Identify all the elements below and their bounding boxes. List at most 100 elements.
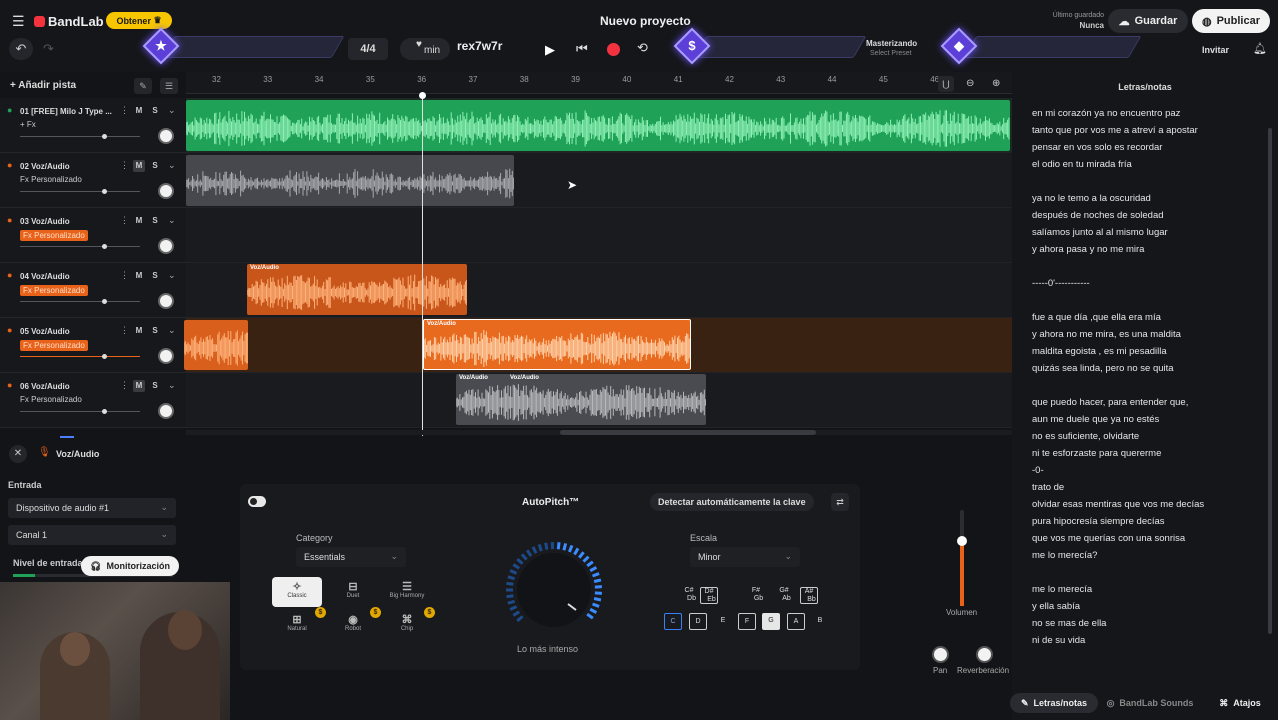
get-membership-badge[interactable]: Obtener ♛ bbox=[106, 12, 172, 29]
track-volume-fader[interactable] bbox=[20, 134, 140, 139]
track-name[interactable]: 06 Voz/Audio bbox=[20, 382, 70, 391]
track-volume-fader[interactable] bbox=[20, 409, 140, 414]
track-fx[interactable]: Fx Personalizado bbox=[20, 175, 82, 184]
bypass-toggle[interactable] bbox=[248, 496, 266, 507]
lyrics-panel[interactable]: Letras/notas en mi corazón ya no encuent… bbox=[1012, 72, 1278, 690]
fader-handle[interactable] bbox=[102, 134, 107, 139]
lyrics-text[interactable]: en mi corazón ya no encuentro paz tanto q… bbox=[1032, 105, 1204, 649]
add-track-button[interactable]: + Añadir pista bbox=[10, 80, 76, 91]
note-key-sharp[interactable]: C# Db bbox=[680, 587, 698, 604]
track-pan-knob[interactable] bbox=[158, 238, 174, 254]
record-button[interactable] bbox=[607, 43, 620, 56]
solo-button[interactable]: S bbox=[149, 160, 161, 172]
chevron-down-icon[interactable]: ⌄ bbox=[168, 270, 176, 281]
clip-voice-6[interactable]: Voz/Audio Voz/Audio bbox=[456, 374, 706, 425]
note-key-sharp[interactable]: G# Ab bbox=[775, 587, 793, 604]
tab-bandlab-sounds[interactable]: ◎ BandLab Sounds bbox=[1104, 693, 1196, 713]
fader-handle[interactable] bbox=[102, 189, 107, 194]
mute-button[interactable]: M bbox=[133, 105, 145, 117]
bandlab-logo[interactable]: BandLab bbox=[34, 14, 104, 29]
note-key-sharp[interactable]: F# Gb bbox=[747, 587, 765, 604]
track-pan-knob[interactable] bbox=[158, 183, 174, 199]
track-header[interactable]: ● 03 Voz/Audio Fx Personalizado ⋮ M S ⌄ bbox=[0, 208, 186, 263]
play-button[interactable]: ▶ bbox=[545, 42, 555, 58]
audio-device-select[interactable]: Dispositivo de audio #1 ⌄ bbox=[8, 498, 176, 518]
save-button[interactable]: ☁ Guardar bbox=[1108, 9, 1188, 33]
track-header[interactable]: ● 05 Voz/Audio Fx Personalizado ⋮ M S ⌄ bbox=[0, 318, 186, 373]
pan-knob[interactable] bbox=[932, 646, 949, 663]
tempo-control[interactable]: ♥ min bbox=[400, 38, 450, 60]
chevron-down-icon[interactable]: ⌄ bbox=[168, 160, 176, 171]
fader-handle[interactable] bbox=[102, 409, 107, 414]
note-key[interactable]: B bbox=[811, 613, 829, 630]
note-key[interactable]: A bbox=[787, 613, 805, 630]
playhead[interactable] bbox=[422, 94, 423, 436]
time-signature[interactable]: 4/4 bbox=[348, 38, 388, 60]
track-header[interactable]: ● 04 Voz/Audio Fx Personalizado ⋮ M S ⌄ bbox=[0, 263, 186, 318]
playhead-handle[interactable] bbox=[419, 92, 426, 99]
channel-select[interactable]: Canal 1 ⌄ bbox=[8, 525, 176, 545]
more-icon[interactable]: ⋮ bbox=[120, 215, 129, 226]
scale-select[interactable]: Minor ⌄ bbox=[690, 547, 800, 567]
track-name[interactable]: 04 Voz/Audio bbox=[20, 272, 70, 281]
preset-big-harmony[interactable]: ☰ Big Harmony bbox=[382, 577, 432, 607]
redo-icon[interactable]: ↷ bbox=[43, 38, 54, 60]
track-volume-fader[interactable] bbox=[20, 299, 140, 304]
mute-button[interactable]: M bbox=[133, 325, 145, 337]
chevron-down-icon[interactable]: ⌄ bbox=[168, 215, 176, 226]
note-key-sharp[interactable]: D# Eb bbox=[700, 587, 718, 604]
more-icon[interactable]: ⋮ bbox=[120, 160, 129, 171]
note-key[interactable]: E bbox=[714, 613, 732, 630]
pencil-icon[interactable]: ✎ bbox=[134, 78, 152, 94]
track-header[interactable]: ● 01 [FREE] Milo J Type ... + Fx ⋮ M S ⌄ bbox=[0, 98, 186, 153]
mastering[interactable]: Masterizando Select Preset bbox=[866, 39, 917, 59]
close-panel-icon[interactable]: ✕ bbox=[9, 445, 27, 463]
track-pan-knob[interactable] bbox=[158, 348, 174, 364]
fader-handle[interactable] bbox=[102, 244, 107, 249]
detect-key-button[interactable]: Detectar automáticamente la clave bbox=[650, 493, 814, 511]
menu-icon[interactable]: ☰ bbox=[12, 13, 25, 30]
mute-button[interactable]: M bbox=[133, 160, 145, 172]
tab-lyrics[interactable]: ✎ Letras/notas bbox=[1010, 693, 1098, 713]
solo-button[interactable]: S bbox=[149, 380, 161, 392]
fader-handle[interactable] bbox=[102, 299, 107, 304]
note-key[interactable]: C bbox=[664, 613, 682, 630]
zoom-out-icon[interactable]: ⊖ bbox=[966, 78, 974, 89]
solo-button[interactable]: S bbox=[149, 270, 161, 282]
more-icon[interactable]: ⋮ bbox=[120, 270, 129, 281]
mute-button[interactable]: M bbox=[133, 270, 145, 282]
track-name[interactable]: 02 Voz/Audio bbox=[20, 162, 70, 171]
track-volume-fader[interactable] bbox=[20, 354, 140, 359]
publish-button[interactable]: ◍ Publicar bbox=[1192, 9, 1270, 33]
intensity-knob[interactable] bbox=[496, 537, 612, 643]
track-fx[interactable]: Fx Personalizado bbox=[20, 230, 88, 241]
track-fx[interactable]: + Fx bbox=[20, 120, 36, 129]
clip-beat[interactable] bbox=[186, 100, 1010, 151]
scrollbar-thumb[interactable] bbox=[560, 430, 816, 435]
track-pan-knob[interactable] bbox=[158, 403, 174, 419]
track-header[interactable]: ● 06 Voz/Audio Fx Personalizado ⋮ M S ⌄ bbox=[0, 373, 186, 428]
loop-button[interactable]: ⟲ bbox=[637, 40, 648, 56]
note-key[interactable]: D bbox=[689, 613, 707, 630]
clip-voice-2[interactable] bbox=[186, 155, 514, 206]
track-pan-knob[interactable] bbox=[158, 293, 174, 309]
more-icon[interactable]: ⋮ bbox=[120, 105, 129, 116]
track-fx[interactable]: Fx Personalizado bbox=[20, 340, 88, 351]
key-text[interactable]: rex7w7r bbox=[457, 39, 502, 53]
mute-button[interactable]: M bbox=[133, 215, 145, 227]
lyrics-scrollbar[interactable] bbox=[1268, 128, 1272, 634]
more-icon[interactable]: ⋮ bbox=[120, 325, 129, 336]
note-key[interactable]: F bbox=[738, 613, 756, 630]
track-volume-fader[interactable] bbox=[20, 244, 140, 249]
clip-voice-5a[interactable] bbox=[184, 320, 248, 370]
tab-shortcuts[interactable]: ⌘ Atajos bbox=[1212, 693, 1268, 713]
solo-button[interactable]: S bbox=[149, 105, 161, 117]
chevron-down-icon[interactable]: ⌄ bbox=[168, 325, 176, 336]
bell-icon[interactable]: 🔔︎ bbox=[1253, 42, 1267, 55]
timeline-ruler[interactable]: 32 33 34 35 36 37 38 39 40 41 42 43 44 45 46 bbox=[186, 72, 1012, 94]
more-icon[interactable]: ⋮ bbox=[120, 380, 129, 391]
track-header[interactable]: ● 02 Voz/Audio Fx Personalizado ⋮ M S ⌄ bbox=[0, 153, 186, 208]
track-fx[interactable]: Fx Personalizado bbox=[20, 395, 82, 404]
track-fx[interactable]: Fx Personalizado bbox=[20, 285, 88, 296]
track-name[interactable]: 01 [FREE] Milo J Type ... bbox=[20, 107, 112, 116]
